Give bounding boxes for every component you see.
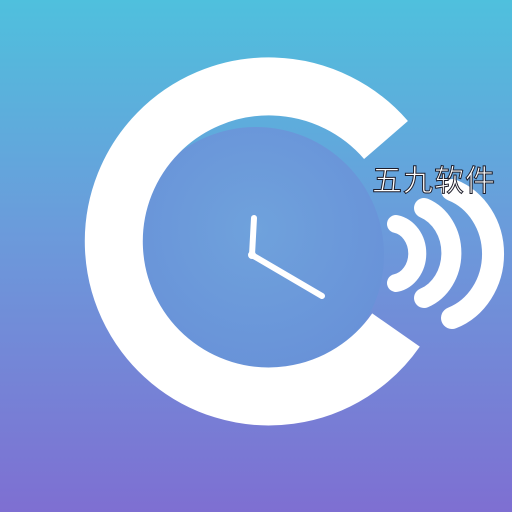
sound-wave-small-icon: [387, 215, 427, 292]
sound-wave-medium-icon: [414, 198, 462, 308]
clock-alarm-icon: [84, 57, 504, 426]
app-icon: 五九软件: [0, 0, 512, 512]
watermark-text: 五九软件: [372, 164, 496, 200]
hour-hand: [249, 215, 257, 258]
hand-pivot: [248, 251, 256, 259]
